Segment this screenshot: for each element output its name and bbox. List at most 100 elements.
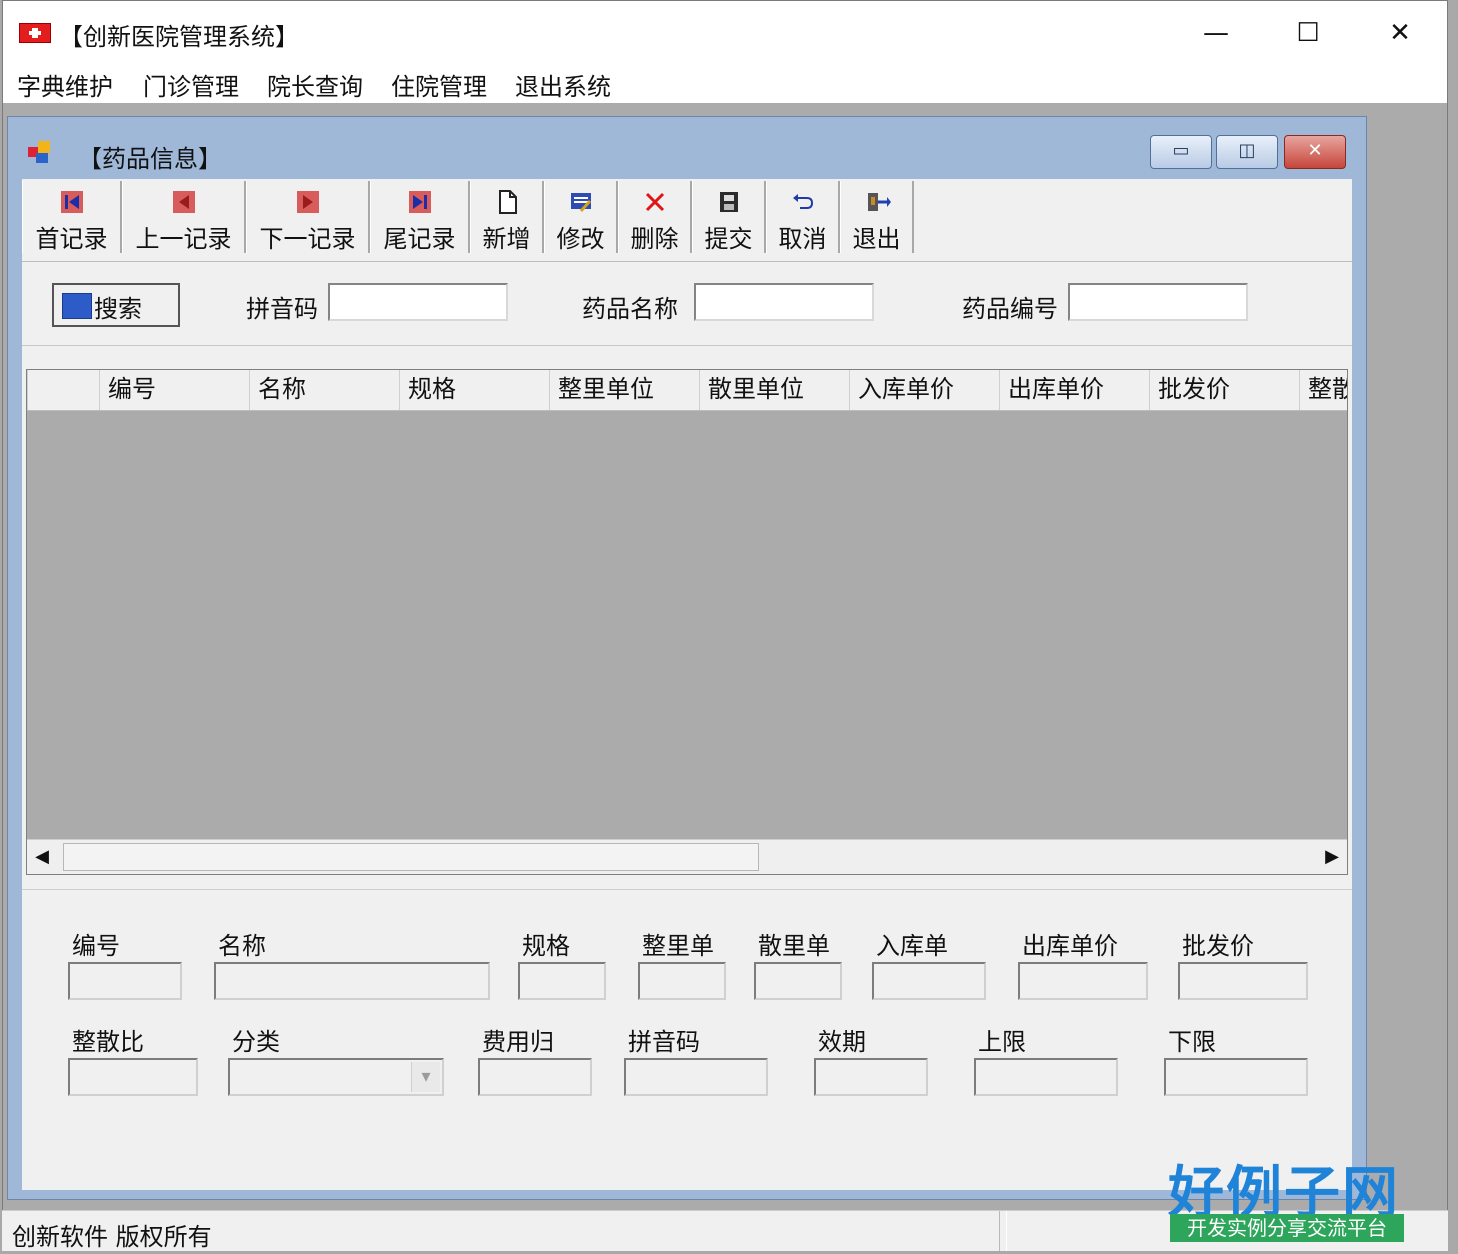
new-label: 新增	[482, 225, 531, 253]
last-record-button[interactable]: 尾记录	[370, 181, 470, 253]
detail-code-input[interactable]	[68, 962, 182, 1000]
scroll-left-arrow-icon[interactable]: ◀	[27, 840, 57, 874]
copyright-text: 创新软件 版权所有	[12, 1223, 212, 1251]
last-record-label: 尾记录	[383, 225, 456, 253]
search-button-label: 搜索	[94, 295, 142, 323]
detail-expiry-input[interactable]	[814, 1058, 928, 1096]
first-record-icon	[60, 191, 83, 213]
exit-icon	[867, 193, 891, 211]
menu-item-dictionary[interactable]: 字典维护	[17, 67, 113, 102]
detail-whole-unit-input[interactable]	[638, 962, 726, 1000]
pinyin-label: 拼音码	[246, 295, 318, 323]
child-close-button[interactable]: ✕	[1284, 135, 1346, 169]
delete-icon	[645, 192, 664, 212]
drug-code-search-input[interactable]	[1068, 283, 1248, 321]
drug-info-title: 【药品信息】	[78, 145, 222, 173]
detail-spec-input[interactable]	[518, 962, 606, 1000]
previous-record-label: 上一记录	[135, 225, 232, 253]
close-button[interactable]: ✕	[1365, 11, 1435, 55]
drug-info-window-icon	[28, 141, 54, 165]
detail-expiry-label: 效期	[818, 1028, 866, 1056]
column-header[interactable]: 整散	[1299, 370, 1347, 410]
child-minimize-button[interactable]: ▭	[1150, 135, 1212, 169]
exit-button[interactable]: 退出	[840, 181, 914, 253]
column-header[interactable]: 散里单位	[699, 370, 849, 410]
save-icon	[719, 192, 738, 212]
detail-upper-limit-input[interactable]	[974, 1058, 1118, 1096]
column-header[interactable]: 出库单价	[999, 370, 1149, 410]
detail-category-label: 分类	[232, 1028, 280, 1056]
menu-item-exit-system[interactable]: 退出系统	[515, 67, 611, 102]
delete-button[interactable]: 删除	[618, 181, 692, 253]
detail-out-price-label: 出库单价	[1022, 932, 1118, 960]
drug-name-search-input[interactable]	[694, 283, 874, 321]
column-header[interactable]: 规格	[399, 370, 549, 410]
horizontal-scrollbar[interactable]: ◀ ▶	[27, 839, 1347, 874]
drug-name-label: 药品名称	[582, 295, 678, 323]
minimize-button[interactable]: —	[1181, 11, 1251, 55]
new-button[interactable]: 新增	[470, 181, 544, 253]
detail-fee-class-label: 费用归	[482, 1028, 554, 1056]
scrollbar-thumb[interactable]	[63, 843, 759, 871]
child-restore-button[interactable]: ◫	[1216, 135, 1278, 169]
detail-category-select[interactable]	[228, 1058, 444, 1096]
detail-code-label: 编号	[72, 932, 120, 960]
detail-lower-limit-input[interactable]	[1164, 1058, 1308, 1096]
submit-button[interactable]: 提交	[692, 181, 766, 253]
drug-code-label: 药品编号	[962, 295, 1058, 323]
previous-record-button[interactable]: 上一记录	[122, 181, 246, 253]
menu-item-outpatient[interactable]: 门诊管理	[143, 67, 239, 102]
status-left-pane: 创新软件 版权所有	[2, 1211, 1000, 1251]
drug-grid[interactable]: 编号 名称 规格 整里单位 散里单位 入库单价 出库单价 批发价 整散 ◀ ▶	[26, 369, 1348, 875]
cancel-label: 取消	[778, 225, 827, 253]
menu-item-inpatient[interactable]: 住院管理	[391, 67, 487, 102]
first-record-button[interactable]: 首记录	[22, 181, 122, 253]
detail-name-input[interactable]	[214, 962, 490, 1000]
next-record-icon	[296, 191, 319, 213]
previous-record-icon	[172, 191, 195, 213]
status-right-pane	[1006, 1211, 1446, 1251]
detail-loose-unit-input[interactable]	[754, 962, 842, 1000]
exit-label: 退出	[852, 225, 901, 253]
column-header[interactable]: 编号	[99, 370, 249, 410]
column-header[interactable]: 批发价	[1149, 370, 1299, 410]
detail-out-price-input[interactable]	[1018, 962, 1148, 1000]
detail-ratio-input[interactable]	[68, 1058, 198, 1096]
detail-pinyin-input[interactable]	[624, 1058, 768, 1096]
detail-spec-label: 规格	[522, 932, 570, 960]
column-header[interactable]: 名称	[249, 370, 399, 410]
pinyin-search-input[interactable]	[328, 283, 508, 321]
record-toolbar: 首记录 上一记录 下一记录 尾记录 新增 修改 删除 提交 取消 退出	[22, 179, 1352, 262]
next-record-button[interactable]: 下一记录	[246, 181, 370, 253]
edit-button[interactable]: 修改	[544, 181, 618, 253]
column-header[interactable]: 整里单位	[549, 370, 699, 410]
detail-wholesale-input[interactable]	[1178, 962, 1308, 1000]
cancel-button[interactable]: 取消	[766, 181, 840, 253]
search-button[interactable]: 搜索	[52, 283, 180, 327]
maximize-button[interactable]: ☐	[1273, 11, 1343, 55]
detail-in-price-label: 入库单	[876, 932, 948, 960]
new-document-icon	[498, 190, 517, 214]
detail-in-price-input[interactable]	[872, 962, 986, 1000]
drug-info-client-area: 首记录 上一记录 下一记录 尾记录 新增 修改 删除 提交 取消 退出 搜索 拼…	[22, 179, 1352, 1190]
detail-pinyin-label: 拼音码	[628, 1028, 700, 1056]
column-header[interactable]: 入库单价	[849, 370, 999, 410]
edit-icon	[570, 193, 591, 213]
menu-item-director-query[interactable]: 院长查询	[267, 67, 363, 102]
detail-ratio-label: 整散比	[72, 1028, 144, 1056]
submit-label: 提交	[704, 225, 753, 253]
undo-icon	[792, 194, 813, 209]
row-indicator-column	[27, 370, 99, 410]
search-panel: 搜索 拼音码 药品名称 药品编号	[22, 263, 1352, 346]
menu-bar: 字典维护 门诊管理 院长查询 住院管理 退出系统	[3, 63, 1447, 103]
last-record-icon	[408, 191, 431, 213]
grid-header: 编号 名称 规格 整里单位 散里单位 入库单价 出库单价 批发价 整散	[27, 370, 1347, 411]
detail-upper-limit-label: 上限	[978, 1028, 1026, 1056]
drug-info-window: 【药品信息】 ▭ ◫ ✕ 首记录 上一记录 下一记录 尾记录 新增 修改 删除 …	[7, 116, 1367, 1200]
title-bar: 【创新医院管理系统】 — ☐ ✕	[3, 1, 1447, 63]
status-bar: 创新软件 版权所有	[2, 1210, 1448, 1251]
scroll-right-arrow-icon[interactable]: ▶	[1317, 840, 1347, 874]
first-record-label: 首记录	[35, 225, 108, 253]
detail-fee-class-input[interactable]	[478, 1058, 592, 1096]
delete-label: 删除	[630, 225, 679, 253]
